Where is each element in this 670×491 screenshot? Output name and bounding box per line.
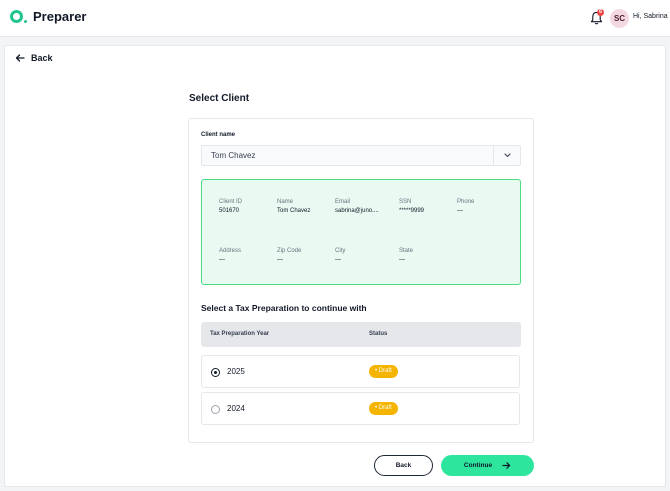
city-label: City	[335, 248, 346, 254]
column-header-year: Tax Preparation Year	[210, 331, 270, 337]
back-link-label: Back	[31, 53, 53, 63]
zip-code-label: Zip Code	[277, 248, 302, 254]
column-header-status: Status	[369, 331, 388, 337]
address-label: Address	[219, 248, 242, 254]
client-id-label: Client ID	[219, 199, 243, 205]
client-id-value: 501670	[219, 208, 240, 214]
continue-button-label: Continue	[463, 462, 493, 469]
notification-badge: 6	[597, 9, 604, 16]
email-field: Email sabrina@juno....	[335, 199, 379, 214]
phone-field: Phone —	[457, 199, 474, 214]
ssn-field: SSN *****9999	[399, 199, 424, 214]
email-value: sabrina@juno....	[335, 208, 379, 214]
client-name-label: Client name	[201, 132, 236, 138]
back-link[interactable]: Back	[15, 53, 53, 63]
user-greeting[interactable]: Hi, Sabrina	[633, 13, 668, 20]
back-button[interactable]: Back	[374, 455, 433, 476]
ssn-label: SSN	[399, 199, 412, 205]
status-badge: • Draft	[369, 402, 398, 415]
client-info-box	[201, 179, 521, 285]
tax-prep-section-title: Select a Tax Preparation to continue wit…	[201, 303, 367, 313]
page-title: Select Client	[189, 93, 250, 104]
tax-prep-year: 2025	[227, 367, 245, 376]
app-logo[interactable]: Preparer	[10, 9, 86, 24]
name-label: Name	[277, 199, 294, 205]
phone-value: —	[457, 208, 463, 214]
tax-prep-row-2024[interactable]: 2024 • Draft	[201, 392, 520, 425]
tax-prep-year: 2024	[227, 404, 245, 413]
continue-button[interactable]: Continue	[441, 455, 534, 476]
zip-code-field: Zip Code —	[277, 248, 301, 263]
client-name-value: Tom Chavez	[211, 151, 256, 160]
name-field: Name Tom Chavez	[277, 199, 310, 214]
address-field: Address —	[219, 248, 241, 263]
city-field: City —	[335, 248, 345, 263]
address-value: —	[219, 257, 225, 263]
state-label: State	[399, 248, 414, 254]
logo-dot-icon	[24, 19, 27, 23]
app-name: Preparer	[33, 9, 87, 24]
state-field: State —	[399, 248, 413, 263]
state-value: —	[399, 257, 405, 263]
arrow-right-icon	[502, 462, 511, 469]
city-value: —	[335, 257, 341, 263]
phone-label: Phone	[457, 199, 475, 205]
radio-button[interactable]	[211, 405, 220, 414]
name-value: Tom Chavez	[277, 208, 311, 214]
arrow-left-icon	[15, 54, 25, 62]
top-bar: Preparer	[0, 0, 670, 37]
status-badge: • Draft	[369, 365, 398, 378]
tax-prep-row-2025[interactable]: 2025 • Draft	[201, 355, 520, 388]
radio-button-selected[interactable]	[211, 368, 220, 377]
chevron-down-icon[interactable]	[493, 146, 520, 165]
client-name-select[interactable]: Tom Chavez	[201, 145, 521, 166]
email-label: Email	[335, 199, 351, 205]
logo-ring-icon	[10, 10, 23, 23]
zip-code-value: —	[277, 257, 283, 263]
client-id-field: Client ID 501670	[219, 199, 242, 214]
avatar[interactable]: SC	[610, 9, 629, 28]
ssn-value: *****9999	[399, 208, 425, 214]
tax-prep-table-header: Tax Preparation Year Status	[201, 322, 521, 347]
